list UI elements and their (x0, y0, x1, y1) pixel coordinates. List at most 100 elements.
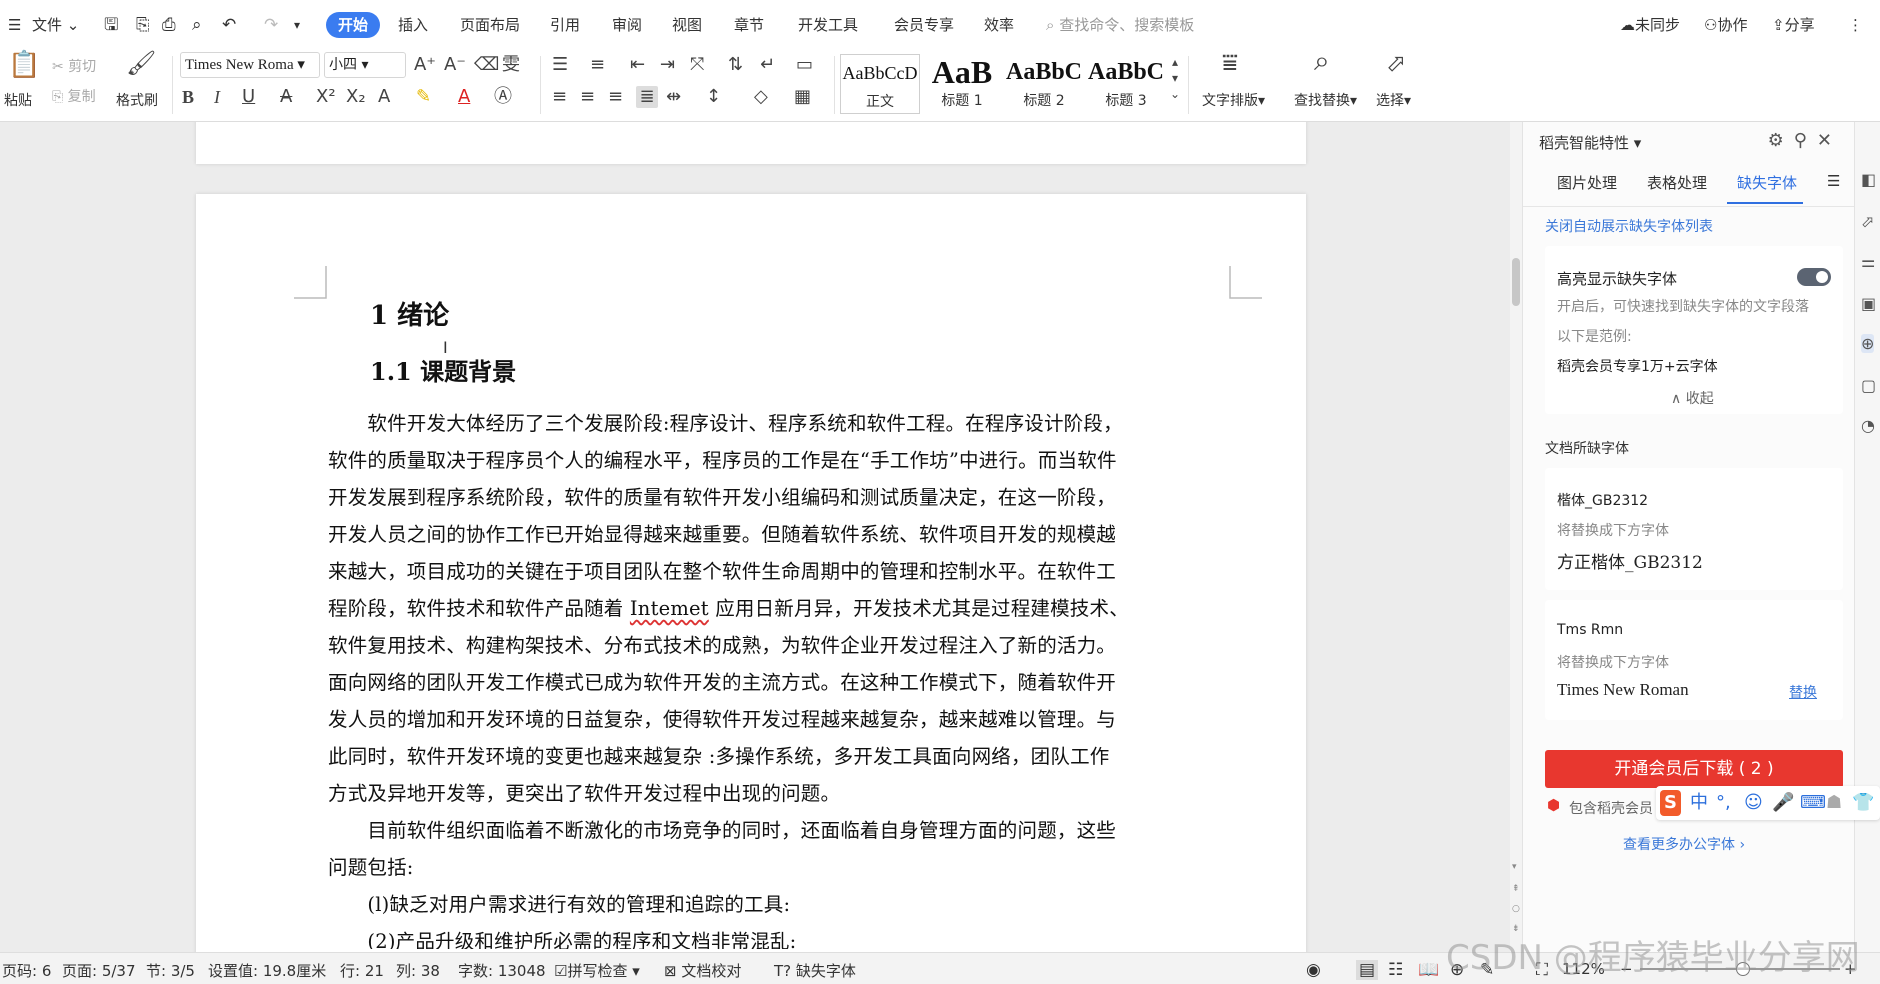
align-left-icon[interactable]: ≡ (552, 86, 567, 108)
scrollbar-thumb[interactable] (1512, 258, 1520, 306)
tab-view[interactable]: 视图 (672, 12, 702, 38)
document-paragraph-2[interactable]: 目前软件组织面临着不断激化的市场竞争的同时，还面临着自身管理方面的问题，这些 问… (328, 812, 1228, 949)
redo-icon[interactable]: ↷ (264, 12, 278, 38)
page-view-icon[interactable]: ▤ (1356, 960, 1379, 980)
close-auto-show-link[interactable]: 关闭自动展示缺失字体列表 (1545, 216, 1713, 236)
doc-icon[interactable]: ▢ (1861, 376, 1876, 395)
style-normal[interactable]: AaBbCcD 正文 (840, 54, 920, 114)
scroll-down-icon[interactable]: ▾ (1512, 862, 1517, 872)
status-section[interactable]: 节: 3/5 (146, 960, 195, 981)
subscript-icon[interactable]: X₂ (346, 86, 366, 108)
document-paragraph-1[interactable]: 软件开发大体经历了三个发展阶段:程序设计、程序系统和软件工程。在程序设计阶段， … (328, 405, 1228, 812)
punctuation-icon[interactable]: °, (1716, 790, 1731, 816)
tab-home[interactable]: 开始 (326, 12, 381, 38)
underline-icon[interactable]: U (242, 86, 255, 108)
highlight-icon[interactable]: ✎ (416, 86, 431, 108)
preview-icon[interactable]: ⌕ (192, 12, 202, 38)
spell-check-button[interactable]: ☑拼写检查 ▾ (554, 960, 640, 981)
status-word-count[interactable]: 字数: 13048 (458, 960, 546, 981)
justify-icon[interactable]: ≣ (636, 86, 658, 108)
save-icon[interactable]: 🖫 (104, 12, 118, 38)
find-replace-button[interactable]: 查找替换▾ (1294, 90, 1357, 110)
user-icon[interactable]: ☗ (1826, 790, 1842, 816)
prev-page-icon[interactable]: ⇞ (1512, 884, 1520, 894)
tab-chapter[interactable]: 章节 (734, 12, 764, 38)
paste-button[interactable]: 粘贴 (4, 90, 32, 110)
shrink-font-icon[interactable]: A⁻ (444, 54, 466, 76)
outline-view-icon[interactable]: ☷ (1388, 960, 1403, 980)
file-menu[interactable]: 文件 ⌄ (32, 12, 79, 38)
strikethrough-icon[interactable]: A (280, 86, 292, 108)
download-button[interactable]: 开通会员后下载 ( 2 ) (1545, 750, 1843, 788)
document-heading-1[interactable]: 1 绪论 (370, 295, 449, 332)
collab-button[interactable]: ⚇协作 (1704, 12, 1747, 38)
char-border-icon[interactable]: Ⓐ (494, 86, 512, 108)
text-layout-icon[interactable]: ⩸ (1222, 50, 1238, 76)
italic-icon[interactable]: I (214, 86, 220, 108)
tab-member[interactable]: 会员专享 (894, 12, 954, 38)
command-search[interactable]: ⌕ 查找命令、搜索模板 (1046, 12, 1194, 38)
settings-sliders-icon[interactable]: ⚌ (1861, 252, 1875, 271)
chinese-layout-icon[interactable]: ⤧ (690, 54, 704, 76)
cut-button[interactable]: ✂ 剪切 (52, 56, 96, 76)
distribute-icon[interactable]: ⇹ (666, 86, 681, 108)
reading-view-icon[interactable]: 📖 (1418, 960, 1439, 980)
borders-icon[interactable]: ▦ (794, 86, 811, 108)
numbered-list-icon[interactable]: ≡ (590, 54, 605, 76)
skin-icon[interactable]: 👕 (1852, 790, 1874, 816)
shading-icon[interactable]: ◇ (754, 86, 768, 108)
bullet-list-icon[interactable]: ☰ (552, 54, 568, 76)
styles-scroll-icon[interactable]: ▴ ▾ ⌄ (1170, 54, 1180, 102)
increase-indent-icon[interactable]: ⇥ (660, 54, 675, 76)
align-right-icon[interactable]: ≡ (608, 86, 623, 108)
tab-image-processing[interactable]: 图片处理 (1557, 172, 1617, 193)
image-icon[interactable]: ▣ (1861, 294, 1876, 313)
highlight-toggle[interactable] (1797, 268, 1831, 286)
hamburger-icon[interactable]: ☰ (8, 12, 21, 38)
missing-font-status-button[interactable]: T? 缺失字体 (774, 960, 856, 981)
tab-efficiency[interactable]: 效率 (984, 12, 1014, 38)
grow-font-icon[interactable]: A⁺ (414, 54, 436, 76)
pin-icon[interactable]: ⚲ (1794, 130, 1817, 151)
tab-missing-fonts[interactable]: 缺失字体 (1737, 172, 1797, 193)
show-marks-icon[interactable]: ↵ (760, 54, 775, 76)
select-browse-icon[interactable]: ○ (1512, 904, 1520, 914)
font-color-icon[interactable]: A (458, 86, 470, 108)
bold-icon[interactable]: B (182, 86, 194, 108)
tab-review[interactable]: 审阅 (612, 12, 642, 38)
doc-proof-button[interactable]: ⊠ 文档校对 (664, 960, 741, 981)
tab-developer[interactable]: 开发工具 (798, 12, 858, 38)
clear-format-icon[interactable]: ⌫ (474, 54, 499, 76)
paste-icon[interactable]: 📋 (8, 52, 40, 78)
keyboard-icon[interactable]: ⌨ (1800, 790, 1826, 816)
table-border-icon[interactable]: ▭ (796, 54, 813, 76)
export-icon[interactable]: ⎘ (136, 12, 150, 38)
cursor-icon[interactable]: ⬀ (1861, 212, 1874, 231)
settings-icon[interactable]: ⚙ (1768, 130, 1794, 151)
undo-icon[interactable]: ↶ (222, 12, 236, 38)
format-painter-icon[interactable]: 🖌 (126, 51, 156, 75)
style-heading-2[interactable]: AaBbC 标题 2 (1004, 54, 1084, 114)
tab-page-layout[interactable]: 页面布局 (460, 12, 520, 38)
tab-insert[interactable]: 插入 (398, 12, 428, 38)
sync-status[interactable]: ☁未同步 (1620, 12, 1680, 38)
style-heading-3[interactable]: AaBbC 标题 3 (1086, 54, 1166, 114)
panel-title[interactable]: 稻壳智能特性 ▾ (1539, 132, 1641, 153)
text-effect-icon[interactable]: A (378, 86, 390, 108)
document-heading-2[interactable]: 1.1 课题背景 (370, 352, 516, 387)
tool-icon[interactable]: ◧ (1861, 170, 1876, 189)
style-heading-1[interactable]: AaB 标题 1 (922, 54, 1002, 114)
cursor-arrow-icon[interactable]: ⬀ (1386, 51, 1406, 75)
align-center-icon[interactable]: ≡ (580, 86, 595, 108)
share-button[interactable]: ⇪分享 (1772, 12, 1815, 38)
tab-references[interactable]: 引用 (550, 12, 580, 38)
document-scrollbar[interactable]: ▾ ⇞ ○ ⇟ (1510, 122, 1522, 952)
decrease-indent-icon[interactable]: ⇤ (630, 54, 645, 76)
eye-protection-icon[interactable]: ◉ (1306, 960, 1321, 980)
misspelled-word[interactable]: Intemet (630, 597, 709, 620)
font-size-select[interactable]: 小四 ▾ (324, 52, 406, 78)
sort-icon[interactable]: ⇅ (728, 54, 743, 76)
tab-table-processing[interactable]: 表格处理 (1647, 172, 1707, 193)
status-page-number[interactable]: 页码: 6 (2, 960, 51, 981)
find-icon[interactable]: ⌕ (1314, 47, 1330, 75)
